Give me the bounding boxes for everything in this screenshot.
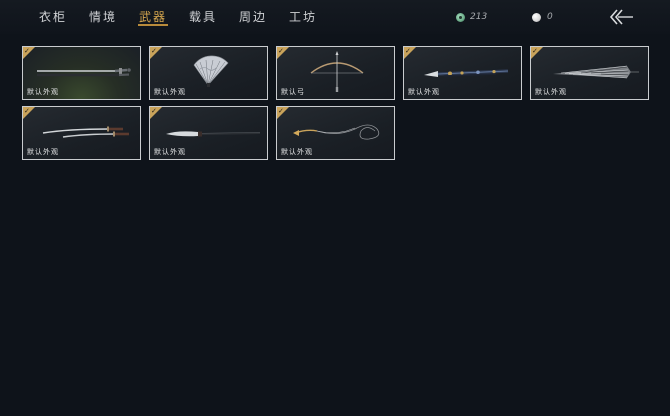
item-label: 默认外观 xyxy=(535,88,567,96)
jade-coin-icon xyxy=(456,12,465,22)
item-label: 默认外观 xyxy=(281,148,313,156)
category-tabs: 衣柜 情境 武器 载具 周边 工坊 xyxy=(28,0,328,34)
check-icon: ✓ xyxy=(278,47,284,55)
tab-workshop[interactable]: 工坊 xyxy=(278,0,328,34)
weapon-card-fan[interactable]: ✓ 默认外观 xyxy=(149,46,268,100)
tab-label: 周边 xyxy=(238,10,267,24)
tab-label: 工坊 xyxy=(288,10,317,24)
tab-accessories[interactable]: 周边 xyxy=(228,0,278,34)
pearl-icon xyxy=(532,12,541,22)
weapon-grid: ✓ 默认外观 ✓ 默认外观 ✓ 默认弓 ✓ 默认外观 ✓ 默认外观 ✓ 默认外观… xyxy=(22,46,649,160)
check-icon: ✓ xyxy=(278,107,284,115)
check-icon: ✓ xyxy=(24,47,30,55)
item-label: 默认外观 xyxy=(154,88,186,96)
tab-label: 衣柜 xyxy=(38,10,67,24)
top-bar: 衣柜 情境 武器 载具 周边 工坊 213 0 xyxy=(0,0,670,34)
tab-label: 情境 xyxy=(88,10,117,24)
weapon-card-sword[interactable]: ✓ 默认外观 xyxy=(22,46,141,100)
weapon-card-spear[interactable]: ✓ 默认外观 xyxy=(403,46,522,100)
weapon-card-rope-dart[interactable]: ✓ 默认外观 xyxy=(276,106,395,160)
tab-wardrobe[interactable]: 衣柜 xyxy=(28,0,78,34)
tab-scenes[interactable]: 情境 xyxy=(78,0,128,34)
check-icon: ✓ xyxy=(151,47,157,55)
item-label: 默认外观 xyxy=(154,148,186,156)
back-arrow-icon xyxy=(609,9,633,25)
weapon-card-umbrella[interactable]: ✓ 默认外观 xyxy=(530,46,649,100)
jade-currency: 213 xyxy=(456,11,487,23)
weapon-card-glaive[interactable]: ✓ 默认外观 xyxy=(149,106,268,160)
check-icon: ✓ xyxy=(151,107,157,115)
check-icon: ✓ xyxy=(24,107,30,115)
tab-mounts[interactable]: 载具 xyxy=(178,0,228,34)
check-icon: ✓ xyxy=(405,47,411,55)
back-button[interactable] xyxy=(608,7,636,27)
tab-label: 载具 xyxy=(188,10,217,24)
item-label: 默认外观 xyxy=(27,148,59,156)
pearl-currency: 0 xyxy=(532,11,553,23)
item-label: 默认外观 xyxy=(27,88,59,96)
check-icon: ✓ xyxy=(532,47,538,55)
tab-underline xyxy=(138,24,168,26)
item-label: 默认弓 xyxy=(281,88,305,96)
tab-weapons[interactable]: 武器 xyxy=(128,0,178,34)
item-label: 默认外观 xyxy=(408,88,440,96)
weapon-card-twin-blades[interactable]: ✓ 默认外观 xyxy=(22,106,141,160)
pearl-amount: 0 xyxy=(547,12,553,22)
jade-amount: 213 xyxy=(470,12,488,22)
tab-label: 武器 xyxy=(138,10,167,24)
weapon-card-bow[interactable]: ✓ 默认弓 xyxy=(276,46,395,100)
